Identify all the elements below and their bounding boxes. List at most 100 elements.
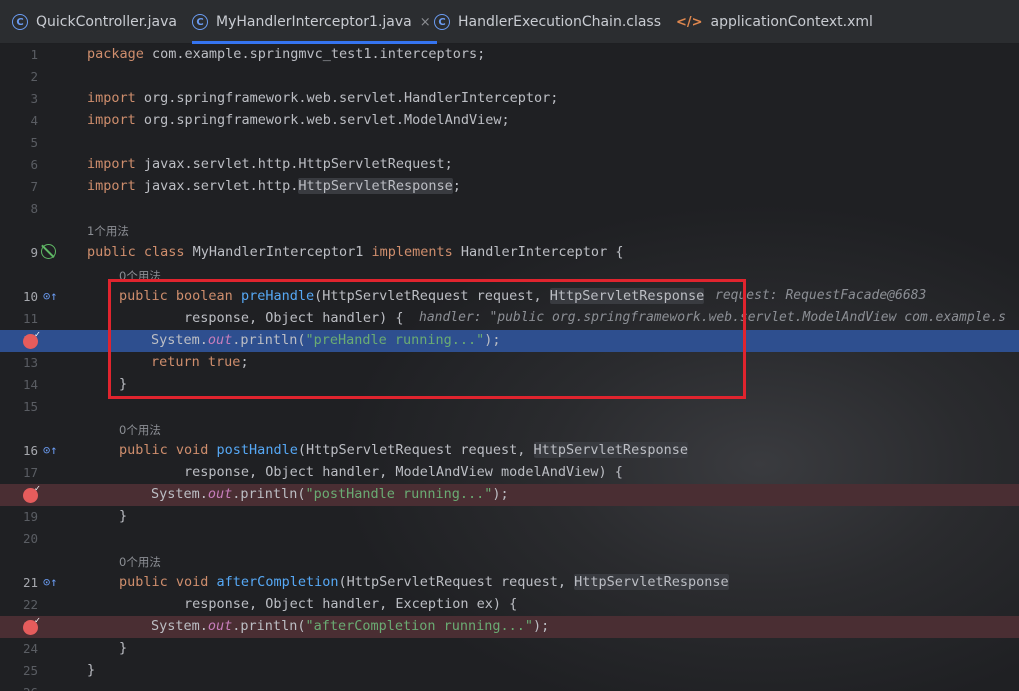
code-text: public void postHandle(HttpServletReques… xyxy=(119,442,688,458)
code-line: 21 ⊙↑ public void afterCompletion(HttpSe… xyxy=(0,572,1019,594)
code-text: System.out.println("afterCompletion runn… xyxy=(151,618,549,634)
keyword: return xyxy=(151,354,200,370)
breakpoint-icon[interactable] xyxy=(23,330,40,349)
tab-applicationcontext[interactable]: </> applicationContext.xml xyxy=(676,0,873,44)
keyword: public void xyxy=(119,574,209,590)
static-field: out xyxy=(207,618,233,634)
code-line: 13 return true; xyxy=(0,352,1019,374)
tab-label: applicationContext.xml xyxy=(710,14,873,30)
breakpoint-icon[interactable] xyxy=(23,484,40,503)
usage-hint[interactable]: 1个用法 xyxy=(87,223,129,239)
interface-name: HandlerInterceptor { xyxy=(452,244,624,260)
line-number: 13 xyxy=(22,355,38,370)
keyword: package xyxy=(87,46,144,62)
line-number: 7 xyxy=(30,179,38,194)
line-number: 22 xyxy=(22,597,38,612)
usage-hint[interactable]: 0个用法 xyxy=(119,268,161,284)
system-ref: System. xyxy=(151,332,208,348)
keyword: import xyxy=(87,112,136,128)
override-method-icon[interactable]: ⊙↑ xyxy=(43,289,57,303)
code-text: import org.springframework.web.servlet.H… xyxy=(87,90,558,106)
tab-handlerexecutionchain[interactable]: C HandlerExecutionChain.class xyxy=(434,0,661,44)
method-name: preHandle xyxy=(240,288,315,304)
usage-hint[interactable]: 0个用法 xyxy=(119,554,161,570)
code-text: System.out.println("postHandle running..… xyxy=(151,486,509,502)
code-text: package com.example.springmvc_test1.inte… xyxy=(87,46,485,62)
tab-myhandlerinterceptor1[interactable]: C MyHandlerInterceptor1.java × xyxy=(192,0,437,44)
breakpoint-line: 23 System.out.println("afterCompletion r… xyxy=(0,616,1019,638)
tab-quickcontroller[interactable]: C QuickController.java xyxy=(12,0,177,44)
code-text: } xyxy=(87,662,96,678)
keyword: import xyxy=(87,178,136,194)
usage-hint[interactable]: 0个用法 xyxy=(119,422,161,438)
semicolon: ; xyxy=(240,354,249,370)
import-path: org.springframework.web.servlet.ModelAnd… xyxy=(135,112,510,128)
keyword: implements xyxy=(371,244,453,260)
class-name: MyHandlerInterceptor1 xyxy=(184,244,372,260)
close-tab-icon[interactable]: × xyxy=(420,15,431,30)
line-number: 3 xyxy=(30,91,38,106)
line-number: 5 xyxy=(30,135,38,150)
breakpoint-icon[interactable] xyxy=(23,616,40,635)
code-line: 6 import javax.servlet.http.HttpServletR… xyxy=(0,154,1019,176)
line-number: 26 xyxy=(0,685,38,691)
static-field: out xyxy=(207,332,233,348)
line-number: 9 xyxy=(30,245,38,260)
keyword: public boolean xyxy=(119,288,233,304)
keyword: import xyxy=(87,156,136,172)
call: .println( xyxy=(232,618,306,634)
method-name: postHandle xyxy=(216,442,298,458)
implemented-interface-icon[interactable] xyxy=(41,244,56,259)
line-number: 17 xyxy=(22,465,38,480)
code-text: } xyxy=(119,376,128,392)
params: (HttpServletRequest request, xyxy=(338,574,575,590)
code-editor[interactable]: 1 package com.example.springmvc_test1.in… xyxy=(0,44,1019,691)
code-text: response, Object handler) { xyxy=(119,310,404,326)
class-icon: C xyxy=(192,14,208,30)
class-icon: C xyxy=(434,14,450,30)
semicolon: ; xyxy=(452,178,461,194)
code-text: return true; xyxy=(151,354,249,370)
call-end: ); xyxy=(533,618,550,634)
line-number: 16 xyxy=(22,443,38,458)
keyword: public void xyxy=(119,442,209,458)
code-text: public boolean preHandle(HttpServletRequ… xyxy=(119,288,705,304)
code-line: 11 response, Object handler) { handler: … xyxy=(0,308,1019,330)
editor-tab-bar: C QuickController.java C MyHandlerInterc… xyxy=(0,0,1019,44)
code-text: } xyxy=(119,508,128,524)
tab-label: HandlerExecutionChain.class xyxy=(458,14,662,30)
line-number: 15 xyxy=(22,399,38,414)
code-line: 20 0个用法 xyxy=(0,528,1019,569)
line-number: 4 xyxy=(30,113,38,128)
code-line: 17 response, Object handler, ModelAndVie… xyxy=(0,462,1019,484)
params: (HttpServletRequest request, xyxy=(297,442,534,458)
code-line: 26 xyxy=(0,682,1019,691)
line-number: 20 xyxy=(22,531,38,546)
override-method-icon[interactable]: ⊙↑ xyxy=(43,443,57,457)
keyword: public class xyxy=(87,244,185,260)
xml-file-icon: </> xyxy=(676,14,703,30)
params: (HttpServletRequest request, xyxy=(314,288,550,304)
code-line: 9 public class MyHandlerInterceptor1 imp… xyxy=(0,242,1019,283)
import-path: org.springframework.web.servlet.HandlerI… xyxy=(135,90,559,106)
tab-label: QuickController.java xyxy=(36,14,177,30)
code-line: 10 ⊙↑ public boolean preHandle(HttpServl… xyxy=(0,286,1019,308)
breakpoint-line: 18 System.out.println("postHandle runnin… xyxy=(0,484,1019,506)
highlighted-type: HttpServletResponse xyxy=(298,178,453,194)
override-method-icon[interactable]: ⊙↑ xyxy=(43,575,57,589)
line-number: 8 xyxy=(30,201,38,216)
import-path: javax.servlet.http.HttpServletRequest; xyxy=(135,156,453,172)
highlighted-type: HttpServletResponse xyxy=(574,574,729,590)
static-field: out xyxy=(207,486,233,502)
code-line: 4 import org.springframework.web.servlet… xyxy=(0,110,1019,132)
line-number: 25 xyxy=(22,663,38,678)
line-number: 1 xyxy=(30,47,38,62)
class-icon: C xyxy=(12,14,28,30)
code-text: response, Object handler, ModelAndView m… xyxy=(119,464,623,480)
highlighted-type: HttpServletResponse xyxy=(533,442,688,458)
code-line: 14 } xyxy=(0,374,1019,396)
string-literal: "afterCompletion running..." xyxy=(305,618,534,634)
line-number: 14 xyxy=(22,377,38,392)
keyword: import xyxy=(87,90,136,106)
string-literal: "preHandle running..." xyxy=(305,332,485,348)
